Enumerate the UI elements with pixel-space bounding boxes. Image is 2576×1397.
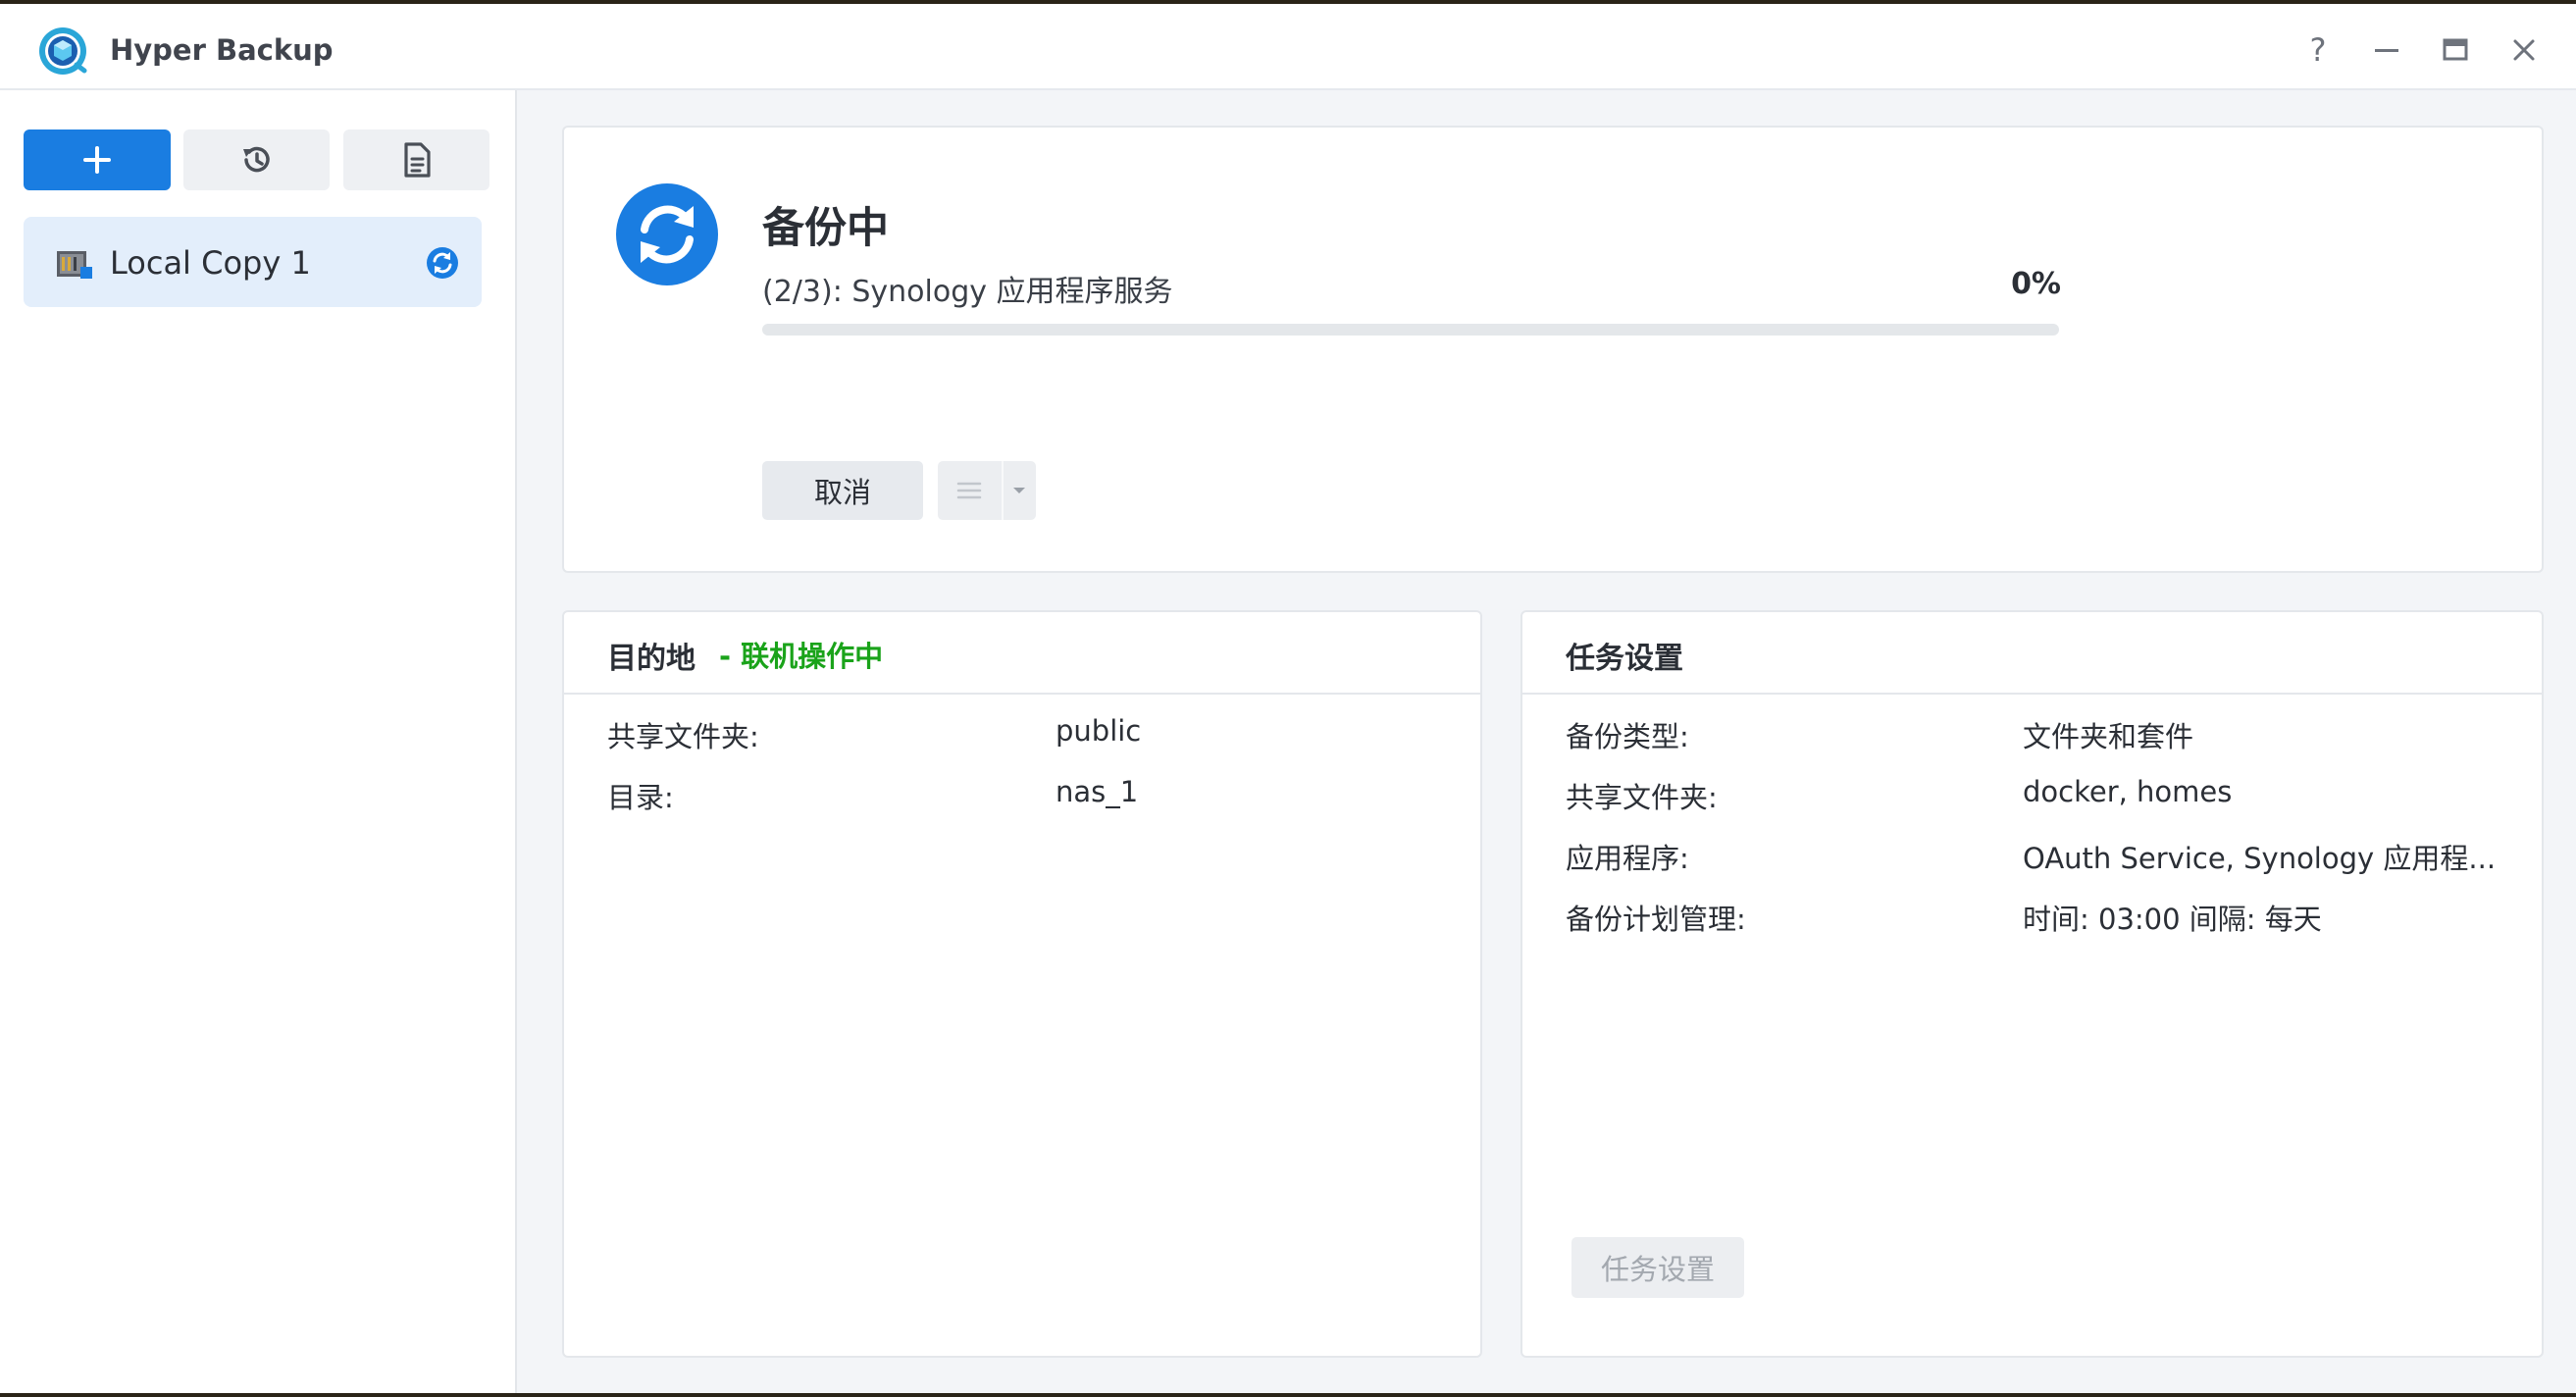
task-settings-card: 任务设置 备份类型: 文件夹和套件 共享文件夹: docker, homes 应… xyxy=(1520,610,2544,1358)
maximize-button[interactable] xyxy=(2431,26,2480,75)
title-bar: Hyper Backup ? xyxy=(0,4,2576,90)
task-setting-key: 备份类型: xyxy=(1566,720,1689,753)
task-settings-title: 任务设置 xyxy=(1566,642,1683,676)
restore-history-button[interactable] xyxy=(183,129,330,190)
task-setting-value: 文件夹和套件 xyxy=(2023,720,2194,753)
help-button[interactable]: ? xyxy=(2293,26,2343,75)
task-setting-value: 时间: 03:00 间隔: 每天 xyxy=(2023,903,2322,936)
destination-row-value: nas_1 xyxy=(1056,775,1139,808)
destination-header: 目的地 - 联机操作中 xyxy=(564,612,1480,695)
cancel-button[interactable]: 取消 xyxy=(762,461,923,520)
task-settings-header: 任务设置 xyxy=(1522,612,2542,695)
destination-row-value: public xyxy=(1056,714,1142,748)
close-button[interactable] xyxy=(2499,26,2549,75)
caret-down-icon xyxy=(1013,488,1026,493)
plus-icon xyxy=(83,146,111,174)
progress-percent: 0% xyxy=(2011,267,2061,301)
destination-row-key: 目录: xyxy=(607,781,674,814)
task-setting-key: 应用程序: xyxy=(1566,842,1689,875)
action-menu-dropdown[interactable] xyxy=(1004,461,1036,520)
close-icon xyxy=(2513,39,2535,61)
hyper-backup-logo-icon xyxy=(37,26,88,77)
syncing-icon xyxy=(426,246,459,280)
destination-card: 目的地 - 联机操作中 共享文件夹: public 目录: nas_1 xyxy=(562,610,1482,1358)
backup-status-card: 备份中 (2/3): Synology 应用程序服务 0% 取消 xyxy=(562,126,2544,573)
status-step: (2/3): Synology 应用程序服务 xyxy=(762,275,1173,309)
destination-online-status: - 联机操作中 xyxy=(719,640,884,673)
local-copy-icon xyxy=(57,249,92,279)
status-title: 备份中 xyxy=(762,204,889,253)
backup-in-progress-icon xyxy=(615,182,719,286)
list-icon xyxy=(957,482,982,499)
task-settings-button[interactable]: 任务设置 xyxy=(1571,1237,1744,1298)
app-title: Hyper Backup xyxy=(110,33,334,67)
document-icon xyxy=(403,142,431,178)
help-icon: ? xyxy=(2309,31,2327,69)
destination-row-key: 共享文件夹: xyxy=(607,720,759,753)
sidebar: Local Copy 1 xyxy=(0,90,517,1393)
sidebar-item-label: Local Copy 1 xyxy=(110,244,311,282)
maximize-icon xyxy=(2443,38,2468,61)
task-setting-value: OAuth Service, Synology 应用程... xyxy=(2023,842,2497,875)
desktop-edge-bottom xyxy=(0,1393,2576,1397)
action-menu-main[interactable] xyxy=(938,461,1004,520)
action-menu-button[interactable] xyxy=(938,461,1036,520)
main-panel: 备份中 (2/3): Synology 应用程序服务 0% 取消 目的地 - 联… xyxy=(517,90,2576,1393)
task-setting-value: docker, homes xyxy=(2023,775,2233,808)
add-task-button[interactable] xyxy=(24,129,171,190)
minimize-icon xyxy=(2375,49,2398,52)
destination-title: 目的地 xyxy=(607,642,696,676)
task-setting-key: 共享文件夹: xyxy=(1566,781,1718,814)
progress-bar xyxy=(762,324,2059,336)
sidebar-item-local-copy-1[interactable]: Local Copy 1 xyxy=(24,217,482,307)
task-setting-key: 备份计划管理: xyxy=(1566,903,1746,936)
history-icon xyxy=(242,146,270,173)
minimize-button[interactable] xyxy=(2362,26,2411,75)
backup-log-button[interactable] xyxy=(343,129,489,190)
